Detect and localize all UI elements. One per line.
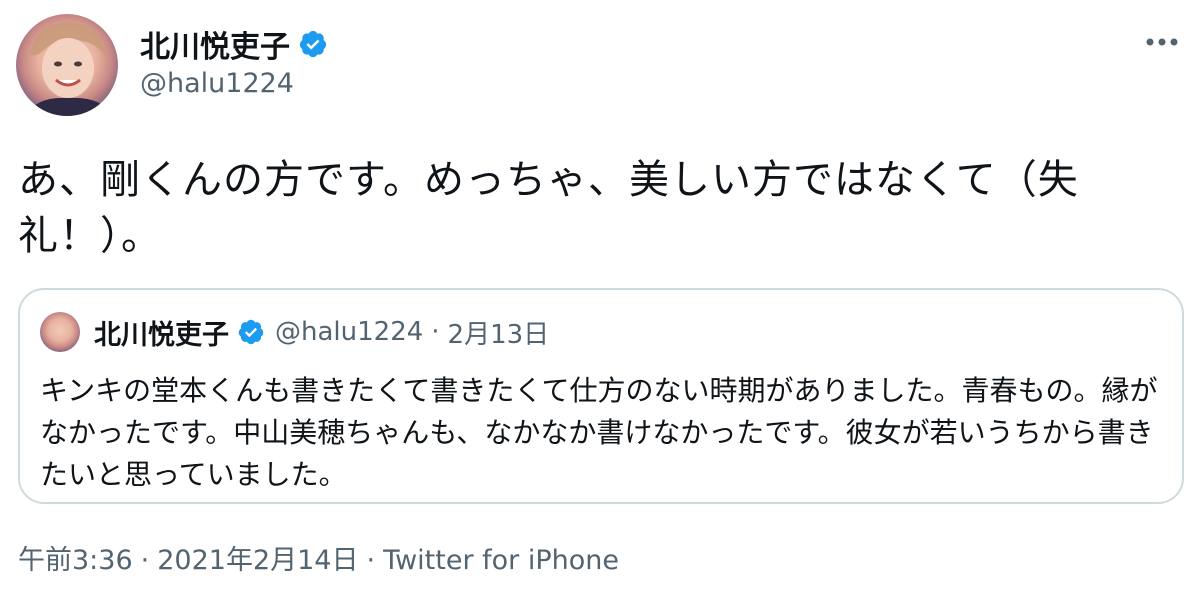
verified-badge-icon — [238, 319, 264, 345]
author-display-name[interactable]: 北川悦吏子 — [140, 22, 290, 66]
quoted-tweet[interactable]: 北川悦吏子 @halu1224 · 2月13日 キンキの堂本くんも書きたくて書き… — [18, 288, 1184, 504]
footer-separator: · — [140, 545, 150, 576]
author-handle[interactable]: @halu1224 — [140, 68, 328, 99]
quoted-author-avatar — [40, 312, 80, 352]
more-options-icon — [1146, 38, 1178, 46]
verified-badge-icon — [299, 30, 327, 58]
quoted-separator: · — [431, 317, 440, 347]
author-name-row: 北川悦吏子 — [140, 22, 328, 66]
footer-separator: · — [366, 545, 376, 576]
author-avatar[interactable] — [16, 14, 118, 116]
avatar-image — [26, 22, 112, 116]
quoted-tweet-text: キンキの堂本くんも書きたくて書きたくて仕方のない時期がありました。青春もの。縁が… — [40, 374, 1158, 491]
quoted-tweet-header: 北川悦吏子 @halu1224 · 2月13日 — [40, 312, 549, 352]
more-options-button[interactable] — [1140, 22, 1184, 62]
quoted-author-handle: @halu1224 — [275, 317, 424, 347]
author-info: 北川悦吏子 @halu1224 — [140, 24, 328, 99]
tweet-text: あ、剛くんの方です。めっちゃ、美しい方ではなくて（失礼！）。 — [18, 157, 1079, 259]
tweet-date[interactable]: 2021年2月14日 — [157, 545, 358, 576]
tweet-footer: 午前3:36 · 2021年2月14日 · Twitter for iPhone — [18, 538, 619, 577]
tweet-source-link[interactable]: Twitter for iPhone — [383, 545, 619, 576]
quoted-tweet-date[interactable]: 2月13日 — [448, 314, 550, 351]
quoted-author-display-name: 北川悦吏子 — [94, 319, 229, 351]
tweet-time[interactable]: 午前3:36 — [18, 545, 133, 576]
tweet: 北川悦吏子 @halu1224 あ、剛くんの方です。めっちゃ、美しい方ではなくて… — [0, 0, 1200, 589]
